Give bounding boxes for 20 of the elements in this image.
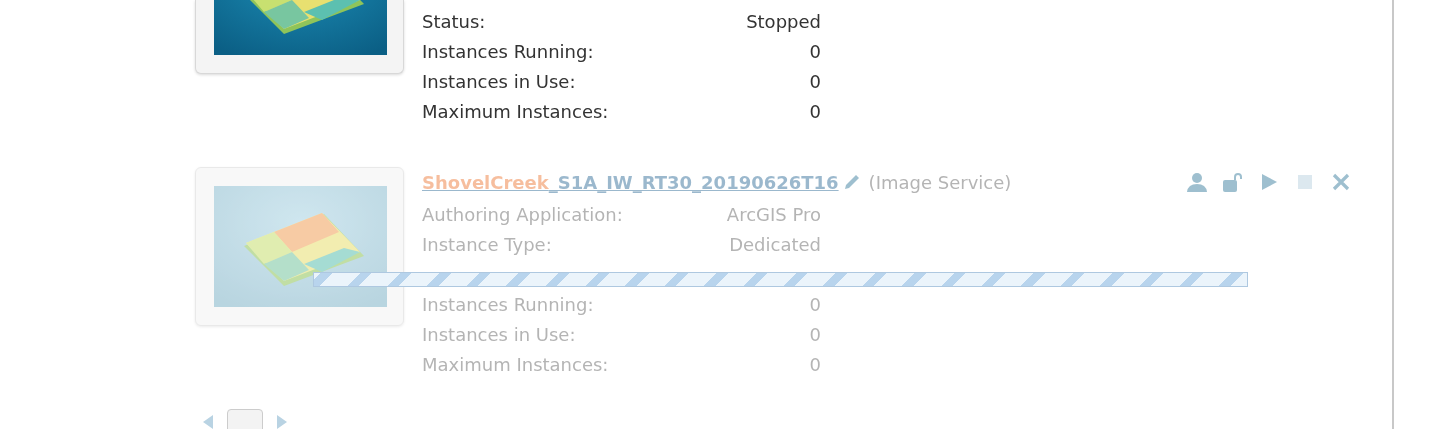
detail-label: Instances Running:: [422, 40, 594, 62]
detail-value: Dedicated: [729, 233, 821, 255]
detail-label: Status:: [422, 10, 486, 32]
detail-value: 0: [809, 323, 821, 345]
detail-label: Instances in Use:: [422, 70, 576, 92]
detail-value: 0: [809, 293, 821, 315]
detail-label: Maximum Instances:: [422, 100, 609, 122]
service-type: (Image Service): [868, 171, 1012, 193]
service-title-link[interactable]: ShovelCreek_S1A_IW_RT30_20190626T16: [422, 171, 839, 193]
detail-label: Instance Type:: [422, 233, 552, 255]
detail-value: Stopped: [746, 10, 821, 32]
detail-label: Instances Running:: [422, 293, 594, 315]
detail-value: 0: [809, 353, 821, 375]
detail-label: Instances in Use:: [422, 323, 576, 345]
detail-label: Authoring Application:: [422, 203, 623, 225]
detail-value: ArcGIS Pro: [726, 203, 821, 225]
detail-label: Maximum Instances:: [422, 353, 609, 375]
detail-value: 0: [809, 40, 821, 62]
detail-value: 0: [809, 100, 821, 122]
detail-value: 0: [809, 70, 821, 92]
